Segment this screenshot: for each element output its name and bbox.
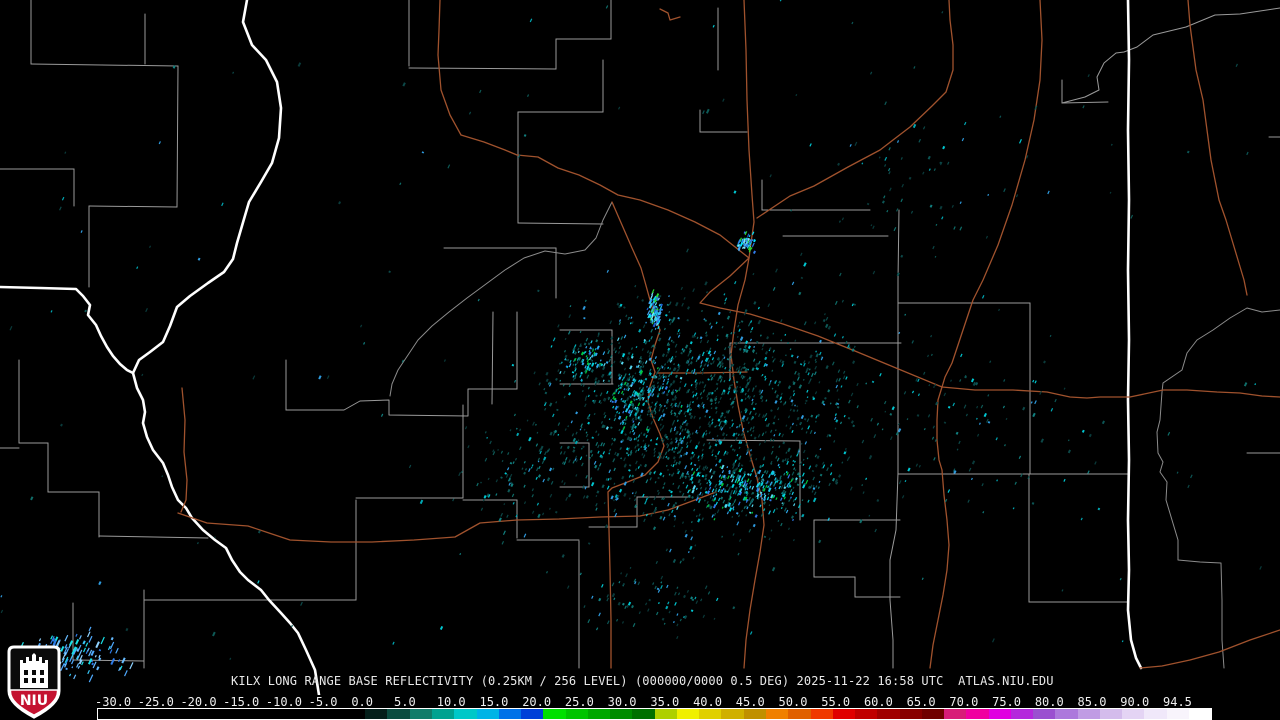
- colorbar-cell: [1099, 709, 1123, 719]
- reflectivity-colorbar: [97, 708, 1212, 720]
- colorbar-cell: [832, 709, 856, 719]
- colorbar-tick-label: 85.0: [1077, 695, 1107, 709]
- colorbar-cell: [543, 709, 566, 719]
- colorbar-cell: [387, 709, 410, 719]
- colorbar-cell: [1122, 709, 1145, 719]
- colorbar-cell: [342, 709, 366, 719]
- colorbar-cell: [699, 709, 722, 719]
- colorbar-cell: [877, 709, 900, 719]
- colorbar-cell: [187, 709, 210, 719]
- colorbar-tick-label: 70.0: [949, 695, 979, 709]
- colorbar-cell: [721, 709, 744, 719]
- colorbar-cell: [676, 709, 700, 719]
- colorbar-cell: [1077, 709, 1100, 719]
- colorbar-cell: [409, 709, 432, 719]
- colorbar-tick-label: 94.5: [1163, 695, 1192, 709]
- colorbar-cell: [1189, 709, 1212, 719]
- colorbar-cell: [765, 709, 789, 719]
- colorbar-tick-label: 0.0: [351, 695, 373, 709]
- colorbar-tick-label: -20.0: [180, 695, 217, 709]
- colorbar-cell: [142, 709, 165, 719]
- colorbar-cell: [1055, 709, 1078, 719]
- colorbar-cell: [253, 709, 277, 719]
- colorbar-cell: [654, 709, 677, 719]
- colorbar-cell: [855, 709, 878, 719]
- colorbar-cell: [743, 709, 766, 719]
- niu-logo: NIU: [7, 645, 61, 719]
- colorbar-cell: [454, 709, 477, 719]
- colorbar-cell: [365, 709, 388, 719]
- colorbar-cell: [476, 709, 499, 719]
- colorbar-cell: [276, 709, 299, 719]
- niu-logo-text: NIU: [20, 693, 48, 709]
- colorbar-cell: [944, 709, 967, 719]
- colorbar-cell: [921, 709, 945, 719]
- colorbar-cell: [1010, 709, 1034, 719]
- colorbar-tick-label: 5.0: [394, 695, 416, 709]
- colorbar-cell: [164, 709, 188, 719]
- colorbar-tick-label: 55.0: [821, 695, 851, 709]
- colorbar-tick-label: -25.0: [137, 695, 174, 709]
- colorbar-cell: [988, 709, 1011, 719]
- colorbar-tick-label: -30.0: [95, 695, 132, 709]
- radar-map: [0, 0, 1280, 695]
- colorbar-cell: [431, 709, 455, 719]
- colorbar-tick-label: -10.0: [265, 695, 302, 709]
- colorbar-tick-label: 50.0: [778, 695, 808, 709]
- colorbar-tick-label: -5.0: [308, 695, 338, 709]
- colorbar-tick-label: 75.0: [992, 695, 1022, 709]
- product-caption: KILX LONG RANGE BASE REFLECTIVITY (0.25K…: [231, 674, 1054, 688]
- colorbar-cell: [610, 709, 633, 719]
- colorbar-cell: [521, 709, 544, 719]
- colorbar-cell: [1166, 709, 1190, 719]
- colorbar-tick-label: 15.0: [479, 695, 509, 709]
- colorbar-tick-label: 90.0: [1120, 695, 1150, 709]
- colorbar-cell: [1033, 709, 1056, 719]
- colorbar-tick-label: 40.0: [693, 695, 722, 709]
- colorbar-tick-label: 80.0: [1034, 695, 1064, 709]
- colorbar-cell: [98, 709, 121, 719]
- colorbar-cell: [209, 709, 232, 719]
- colorbar-cell: [810, 709, 833, 719]
- colorbar-cell: [298, 709, 321, 719]
- colorbar-cell: [231, 709, 254, 719]
- colorbar-cell: [1144, 709, 1167, 719]
- colorbar-cell: [966, 709, 989, 719]
- colorbar-cell: [632, 709, 655, 719]
- colorbar-tick-label: -15.0: [223, 695, 260, 709]
- colorbar-cell: [587, 709, 611, 719]
- colorbar-tick-label: 35.0: [650, 695, 680, 709]
- colorbar-cell: [899, 709, 922, 719]
- colorbar-tick-label: 10.0: [436, 695, 466, 709]
- colorbar-cell: [320, 709, 343, 719]
- colorbar-tick-label: 45.0: [735, 695, 765, 709]
- colorbar-tick-label: 20.0: [522, 695, 552, 709]
- radar-screen: KILX LONG RANGE BASE REFLECTIVITY (0.25K…: [0, 0, 1280, 720]
- colorbar-cell: [788, 709, 811, 719]
- colorbar-cell: [498, 709, 522, 719]
- colorbar-tick-label: 65.0: [906, 695, 936, 709]
- colorbar-tick-label: 25.0: [564, 695, 594, 709]
- colorbar-cell: [120, 709, 143, 719]
- colorbar-tick-label: 60.0: [863, 695, 893, 709]
- colorbar-cell: [565, 709, 588, 719]
- colorbar-tick-label: 30.0: [607, 695, 637, 709]
